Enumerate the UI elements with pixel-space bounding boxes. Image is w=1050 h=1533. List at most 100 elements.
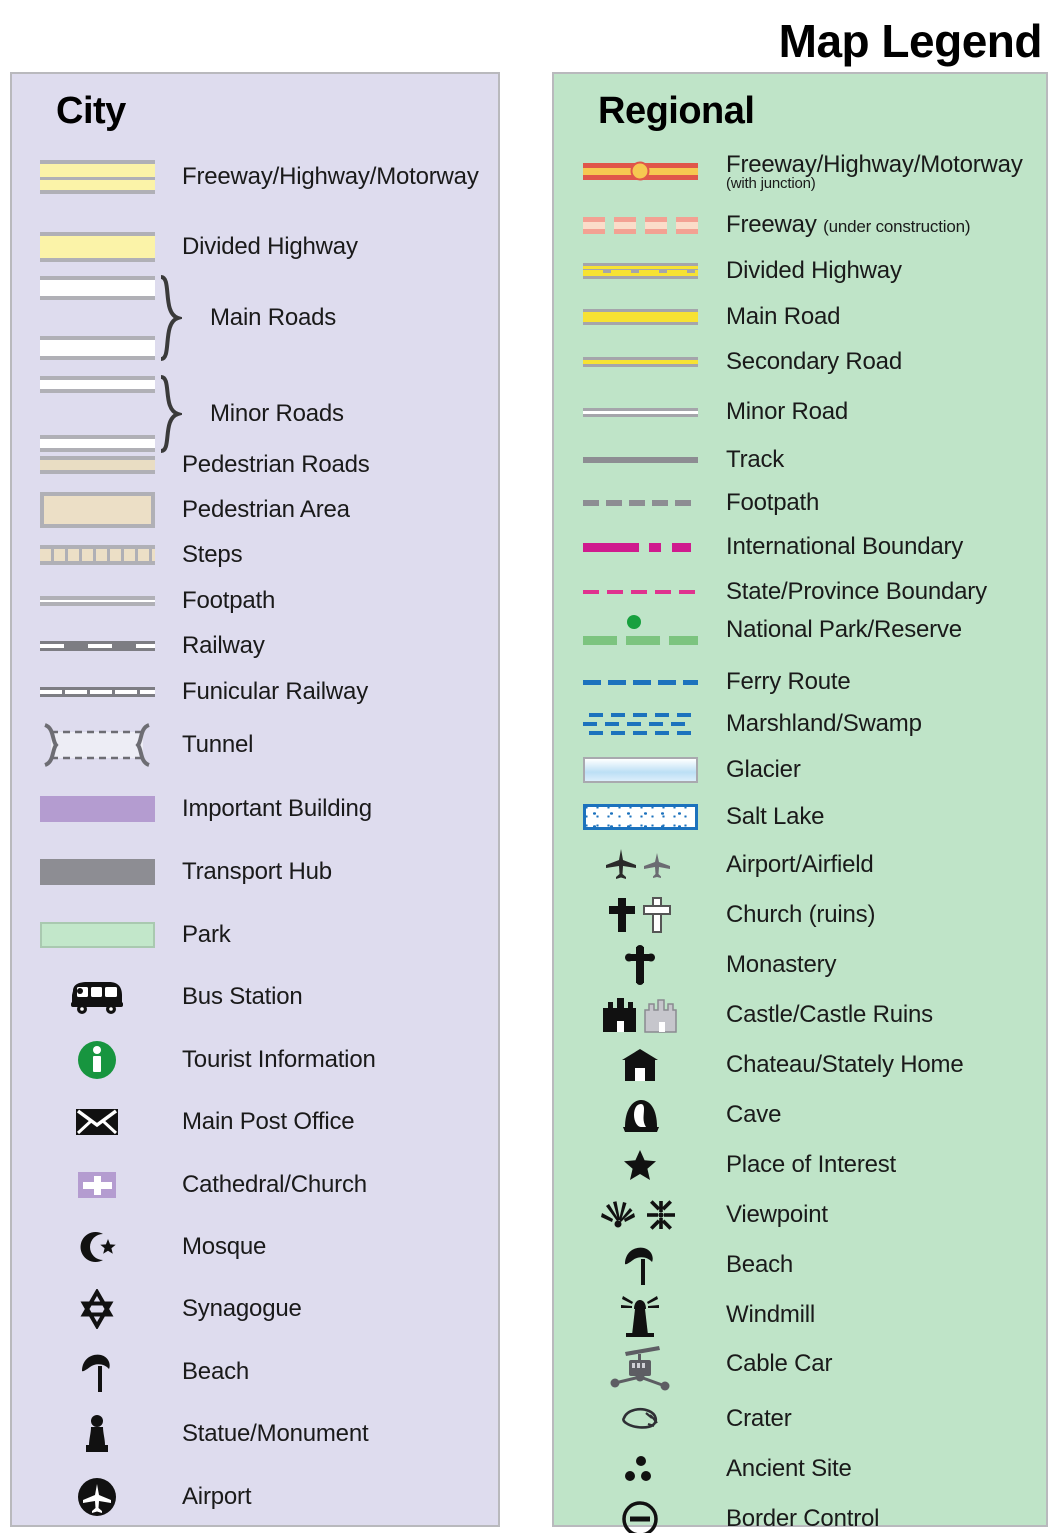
city-panel-heading: City	[56, 90, 126, 132]
legend-label: Divided Highway	[726, 257, 902, 284]
windmill-icon	[554, 1292, 726, 1338]
freeway-under-construction-swatch	[554, 202, 726, 248]
legend-row-city-footpath[interactable]: Footpath	[12, 578, 498, 624]
freeway-swatch	[12, 154, 182, 200]
tunnel-brackets-icon	[44, 723, 150, 767]
legend-label: Freeway/Highway/Motorway	[726, 150, 1023, 178]
legend-label: Place of Interest	[726, 1151, 897, 1178]
regional-main-road-swatch	[554, 294, 726, 340]
airport-circle-icon	[12, 1474, 182, 1520]
marshland-swatch	[554, 701, 726, 747]
legend-row-city-statue-monument[interactable]: Statue/Monument	[12, 1411, 498, 1457]
cave-icon	[554, 1092, 726, 1138]
legend-label: Church (ruins)	[726, 901, 876, 928]
legend-row-city-bus-station[interactable]: Bus Station	[12, 974, 498, 1020]
legend-row-regional-ferry-route[interactable]: Ferry Route	[554, 659, 1046, 705]
legend-row-city-pedestrian-area[interactable]: Pedestrian Area	[12, 487, 498, 533]
legend-row-city-beach[interactable]: Beach	[12, 1349, 498, 1395]
legend-row-regional-marshland[interactable]: Marshland/Swamp	[554, 701, 1046, 747]
legend-label: Footpath	[726, 489, 820, 516]
legend-label: Monastery	[726, 951, 837, 978]
legend-label: Chateau/Stately Home	[726, 1051, 964, 1078]
legend-row-regional-salt-lake[interactable]: Salt Lake	[554, 794, 1046, 840]
park-swatch	[12, 912, 182, 958]
legend-label: National Park/Reserve	[726, 616, 962, 643]
legend-row-regional-freeway-junction[interactable]: Freeway/Highway/Motorway (with junction)	[554, 148, 1046, 194]
legend-row-city-important-building[interactable]: Important Building	[12, 786, 498, 832]
legend-label: Pedestrian Roads	[182, 451, 370, 478]
legend-row-city-main-post-office[interactable]: Main Post Office	[12, 1099, 498, 1145]
legend-row-regional-minor-road[interactable]: Minor Road	[554, 389, 1046, 435]
legend-row-regional-international-boundary[interactable]: International Boundary	[554, 524, 1046, 570]
legend-row-regional-cave[interactable]: Cave	[554, 1092, 1046, 1138]
legend-label: Border Control	[726, 1505, 880, 1532]
legend-row-city-tourist-information[interactable]: Tourist Information	[12, 1037, 498, 1083]
envelope-icon	[12, 1099, 182, 1145]
legend-row-city-funicular-railway[interactable]: Funicular Railway	[12, 669, 498, 715]
legend-label: Windmill	[726, 1301, 816, 1328]
legend-row-city-steps[interactable]: Steps	[12, 532, 498, 578]
legend-row-regional-ancient-site[interactable]: Ancient Site	[554, 1446, 1046, 1492]
legend-row-regional-windmill[interactable]: Windmill	[554, 1292, 1046, 1338]
legend-row-regional-secondary-road[interactable]: Secondary Road	[554, 339, 1046, 385]
airplane-pair-icon	[554, 842, 726, 888]
legend-row-city-divided-highway[interactable]: Divided Highway	[12, 224, 498, 270]
legend-row-regional-airport-airfield[interactable]: Airport/Airfield	[554, 842, 1046, 888]
legend-row-regional-beach[interactable]: Beach	[554, 1242, 1046, 1288]
regional-divided-highway-swatch	[554, 248, 726, 294]
legend-row-regional-cable-car[interactable]: Cable Car	[554, 1342, 1046, 1398]
legend-row-city-cathedral-church[interactable]: Cathedral/Church	[12, 1162, 498, 1208]
railway-swatch	[12, 623, 182, 669]
legend-label: Tourist Information	[182, 1046, 376, 1073]
legend-label: Tunnel	[182, 731, 254, 758]
legend-row-city-tunnel[interactable]: Tunnel	[12, 722, 498, 768]
legend-row-city-mosque[interactable]: Mosque	[12, 1224, 498, 1270]
legend-label: Cathedral/Church	[182, 1171, 367, 1198]
regional-legend-panel: Regional Freeway/Highway/Motorway (with …	[552, 72, 1048, 1533]
legend-row-regional-crater[interactable]: Crater	[554, 1396, 1046, 1442]
legend-row-regional-freeway-construction[interactable]: Freeway (under construction)	[554, 202, 1046, 248]
legend-row-regional-glacier[interactable]: Glacier	[554, 747, 1046, 793]
legend-label: Crater	[726, 1405, 792, 1432]
border-control-icon	[554, 1496, 726, 1533]
legend-row-city-freeway[interactable]: Freeway/Highway/Motorway	[12, 154, 498, 200]
legend-row-city-transport-hub[interactable]: Transport Hub	[12, 849, 498, 895]
legend-label: Castle/Castle Ruins	[726, 1001, 933, 1028]
legend-row-regional-footpath[interactable]: Footpath	[554, 480, 1046, 526]
map-legend-page: Map Legend City Freeway/Highway/Motorway…	[0, 0, 1050, 1533]
legend-row-city-synagogue[interactable]: Synagogue	[12, 1286, 498, 1332]
legend-row-city-pedestrian-roads[interactable]: Pedestrian Roads	[12, 442, 498, 488]
legend-row-city-park[interactable]: Park	[12, 912, 498, 958]
legend-row-regional-church-ruins[interactable]: Church (ruins)	[554, 892, 1046, 938]
regional-freeway-junction-swatch	[554, 148, 726, 194]
legend-row-regional-border-control[interactable]: Border Control	[554, 1496, 1046, 1533]
ferry-route-swatch	[554, 659, 726, 705]
legend-label: Statue/Monument	[182, 1420, 369, 1447]
legend-label: State/Province Boundary	[726, 578, 987, 605]
legend-row-regional-castle[interactable]: Castle/Castle Ruins	[554, 992, 1046, 1038]
glacier-swatch	[554, 747, 726, 793]
star-icon	[554, 1142, 726, 1188]
legend-label: Secondary Road	[726, 348, 902, 375]
legend-row-regional-track[interactable]: Track	[554, 437, 1046, 483]
legend-row-regional-place-of-interest[interactable]: Place of Interest	[554, 1142, 1046, 1188]
brace-icon	[160, 275, 182, 361]
legend-row-regional-divided-highway[interactable]: Divided Highway	[554, 248, 1046, 294]
footpath-swatch	[12, 578, 182, 624]
legend-row-regional-main-road[interactable]: Main Road	[554, 294, 1046, 340]
legend-row-city-airport[interactable]: Airport	[12, 1474, 498, 1520]
steps-swatch	[12, 532, 182, 578]
legend-row-regional-viewpoint[interactable]: Viewpoint	[554, 1192, 1046, 1238]
legend-row-regional-chateau[interactable]: Chateau/Stately Home	[554, 1042, 1046, 1088]
monastery-cross-icon	[554, 942, 726, 988]
legend-row-city-railway[interactable]: Railway	[12, 623, 498, 669]
legend-label: Airport/Airfield	[726, 851, 874, 878]
legend-label: Mosque	[182, 1233, 267, 1260]
legend-label: Ancient Site	[726, 1455, 852, 1482]
legend-row-city-main-roads[interactable]: Main Roads	[12, 270, 498, 366]
important-building-swatch	[12, 786, 182, 832]
legend-row-regional-monastery[interactable]: Monastery	[554, 942, 1046, 988]
legend-row-regional-national-park[interactable]: National Park/Reserve	[554, 607, 1046, 653]
legend-sublabel: (under construction)	[823, 217, 971, 236]
church-cross-icon	[12, 1162, 182, 1208]
